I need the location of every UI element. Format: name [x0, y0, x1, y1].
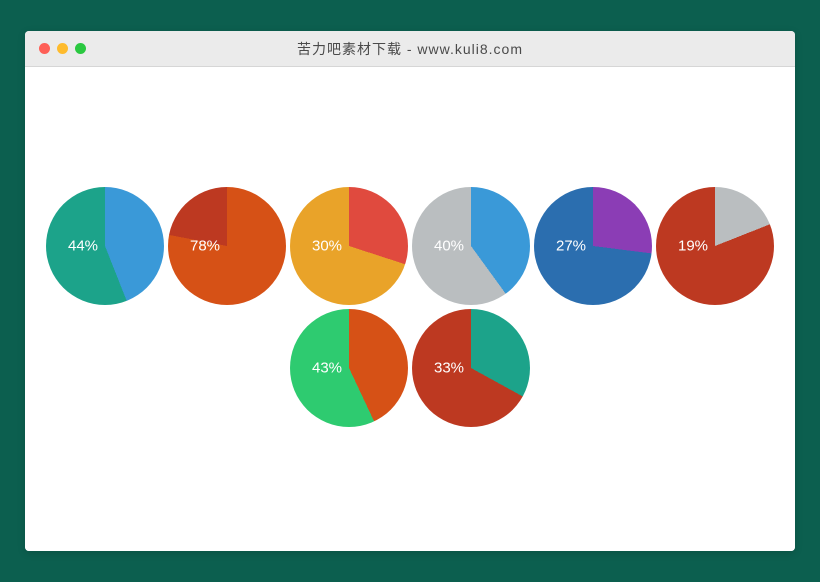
pie-chart: 78%	[168, 187, 286, 305]
title-bar: 苦力吧素材下载 - www.kuli8.com	[25, 31, 795, 67]
traffic-lights	[25, 43, 86, 54]
window-title: 苦力吧素材下载 - www.kuli8.com	[25, 39, 795, 59]
pie-label: 40%	[434, 238, 464, 255]
pie-label: 33%	[434, 360, 464, 377]
pie-label: 43%	[312, 360, 342, 377]
close-icon[interactable]	[39, 43, 50, 54]
pie-chart: 43%	[290, 309, 408, 427]
pie-chart: 19%	[656, 187, 774, 305]
pie-chart: 44%	[46, 187, 164, 305]
chart-row-2: 43% 33%	[290, 309, 530, 427]
chart-row-1: 44% 78% 30% 40% 27% 19%	[46, 187, 774, 305]
pie-chart: 27%	[534, 187, 652, 305]
pie-label: 30%	[312, 238, 342, 255]
content-area: 44% 78% 30% 40% 27% 19% 43% 33%	[25, 67, 795, 551]
pie-label: 78%	[190, 238, 220, 255]
pie-label: 44%	[68, 238, 98, 255]
browser-window: 苦力吧素材下载 - www.kuli8.com 44% 78% 30% 40% …	[25, 31, 795, 551]
pie-chart: 30%	[290, 187, 408, 305]
pie-chart: 33%	[412, 309, 530, 427]
pie-label: 27%	[556, 238, 586, 255]
maximize-icon[interactable]	[75, 43, 86, 54]
pie-label: 19%	[678, 238, 708, 255]
minimize-icon[interactable]	[57, 43, 68, 54]
pie-chart: 40%	[412, 187, 530, 305]
